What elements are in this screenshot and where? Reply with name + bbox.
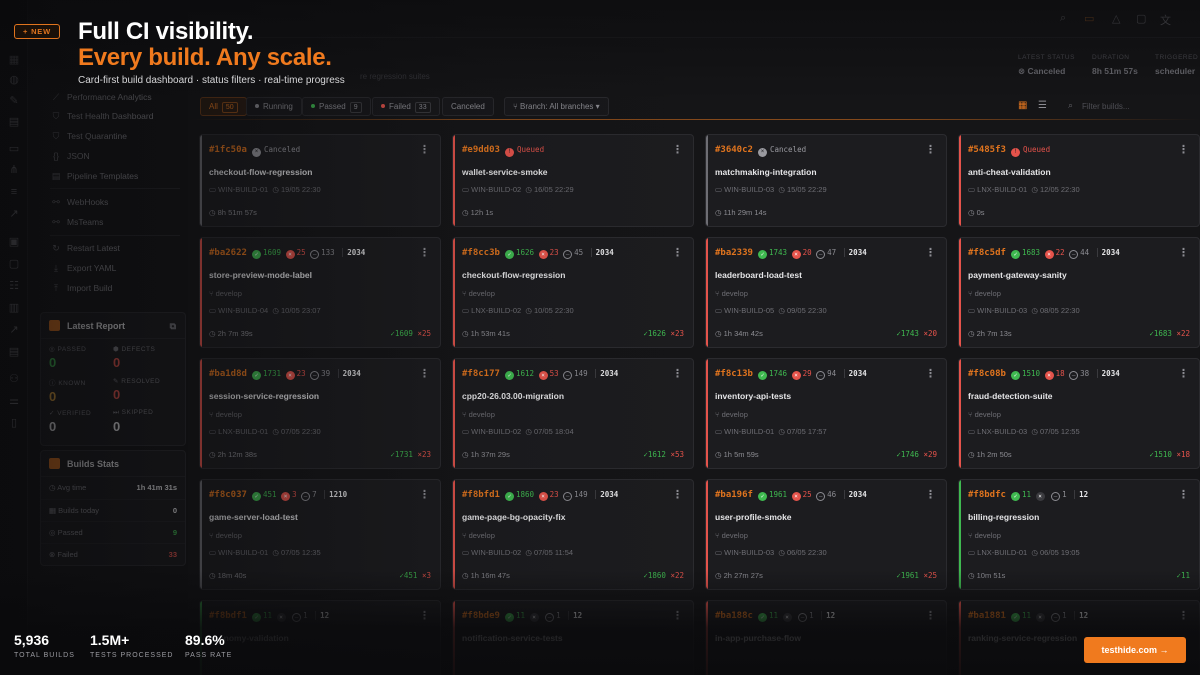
kpi-tests-processed: 1.5M+ TESTS PROCESSED (90, 632, 174, 659)
promo-overlay: + NEW Full CI visibility. Every build. A… (0, 0, 1200, 675)
headline-accent: Every build. Any scale. (78, 44, 332, 71)
app-window: ▦ ◍ ✎ ▤ ▭ ⋔ ≡ ↗ ▣ ▢ ☷ ▥ ↗ ▤ ⚇ ⚌ ▯ ⟋ Perfo… (0, 0, 1200, 675)
headline-primary: Full CI visibility. (78, 18, 254, 45)
kpi-pass-rate: 89.6% PASS RATE (185, 632, 233, 659)
kpi-total-builds: 5,936 TOTAL BUILDS (14, 632, 75, 659)
new-badge: + NEW (14, 24, 60, 39)
cta-button[interactable]: testhide.com → (1084, 637, 1186, 663)
tagline: Card-first build dashboard · status filt… (78, 75, 345, 86)
